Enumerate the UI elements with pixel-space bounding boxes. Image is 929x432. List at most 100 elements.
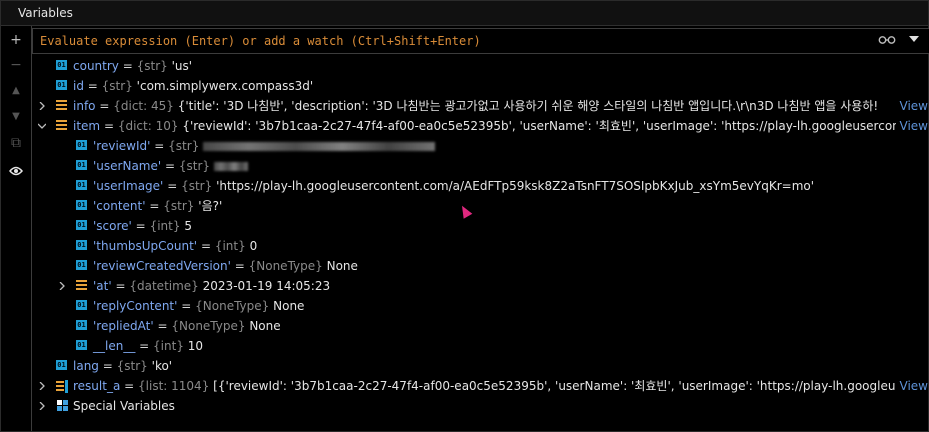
var-type: {str} <box>168 139 200 153</box>
tree-row-thumbsupcount[interactable]: 01 'thumbsUpCount' = {int} 0 <box>32 236 928 256</box>
value-icon: 01 <box>76 260 87 270</box>
tree-row-info[interactable]: info = {dict: 45} {'title': '3D 나침반', 'd… <box>32 96 928 116</box>
var-value: None <box>326 259 358 273</box>
value-icon: 01 <box>76 340 87 350</box>
copy-icon[interactable]: ⧉ <box>8 135 24 151</box>
value-icon: 01 <box>56 60 67 70</box>
value-icon: 01 <box>76 160 87 170</box>
view-icon[interactable] <box>8 163 24 179</box>
var-type: {dict: 10} <box>117 119 179 133</box>
value-icon: 01 <box>76 300 87 310</box>
tree-row-lang[interactable]: 01 lang = {str} 'ko' <box>32 356 928 376</box>
var-type: {str} <box>116 359 148 373</box>
var-type: {dict: 45} <box>113 99 174 113</box>
var-name: id <box>73 79 84 93</box>
glasses-icon[interactable] <box>878 34 896 46</box>
evaluate-placeholder: Evaluate expression (Enter) or add a wat… <box>40 34 481 48</box>
value-icon: 01 <box>76 180 87 190</box>
var-name: 'thumbsUpCount' <box>93 239 198 253</box>
var-name: 'replyContent' <box>93 299 178 313</box>
tree-row-replycontent[interactable]: 01 'replyContent' = {NoneType} None <box>32 296 928 316</box>
view-link[interactable]: View <box>895 96 928 116</box>
var-name: 'at' <box>93 279 112 293</box>
chevron-right-icon[interactable] <box>59 282 65 290</box>
var-name: 'reviewId' <box>93 139 151 153</box>
chevron-right-icon[interactable] <box>39 382 45 390</box>
row-text: id = {str} 'com.simplywerx.compass3d' <box>73 79 314 93</box>
value-icon: 01 <box>56 360 67 370</box>
value-icon: 01 <box>76 140 87 150</box>
var-type: {str} <box>163 199 195 213</box>
dict-icon <box>56 120 67 130</box>
row-text: 'userImage' = {str} 'https://play-lh.goo… <box>93 179 815 193</box>
var-type: {str} <box>178 159 211 173</box>
tree-row-reviewcreatedversion[interactable]: 01 'reviewCreatedVersion' = {NoneType} N… <box>32 256 928 276</box>
tree-row-result-a[interactable]: result_a = {list: 1104} [{'reviewId': '3… <box>32 376 928 396</box>
var-value: 0 <box>249 239 258 253</box>
var-type: {int} <box>149 219 181 233</box>
view-link[interactable]: View <box>895 116 928 136</box>
chevron-down-icon[interactable] <box>909 36 919 42</box>
panel-titlebar: Variables <box>1 1 928 26</box>
chevron-right-icon[interactable] <box>39 102 45 110</box>
var-name: lang <box>73 359 99 373</box>
var-value: 'us' <box>171 59 193 73</box>
var-name: item <box>73 119 101 133</box>
move-down-button[interactable]: ▼ <box>8 109 24 125</box>
row-text: Special Variables <box>73 396 175 416</box>
value-icon: 01 <box>76 200 87 210</box>
special-variables-icon <box>57 400 68 411</box>
move-up-button[interactable]: ▲ <box>8 83 24 99</box>
value-icon: 01 <box>76 320 87 330</box>
var-name: result_a <box>73 379 121 393</box>
add-watch-button[interactable]: + <box>8 32 24 48</box>
row-text: result_a = {list: 1104} [{'reviewId': '3… <box>73 376 928 396</box>
row-text: 'reviewId' = {str} <box>93 136 436 156</box>
tree-row-userimage[interactable]: 01 'userImage' = {str} 'https://play-lh.… <box>32 176 928 196</box>
var-name: 'reviewCreatedVersion' <box>93 259 231 273</box>
var-type: {str} <box>101 79 133 93</box>
var-type: {datetime} <box>129 279 199 293</box>
dict-icon <box>56 100 67 110</box>
var-name: country <box>73 59 119 73</box>
tree-row-repliedat[interactable]: 01 'repliedAt' = {NoneType} None <box>32 316 928 336</box>
tree-row-item[interactable]: item = {dict: 10} {'reviewId': '3b7b1caa… <box>32 116 928 136</box>
var-type: {list: 1104} <box>138 379 210 393</box>
value-icon: 01 <box>56 80 67 90</box>
var-name: 'content' <box>93 199 146 213</box>
var-value: 'https://play-lh.googleusercontent.com/a… <box>216 179 815 193</box>
view-link[interactable]: View <box>895 376 928 396</box>
tree-row-country[interactable]: 01 country = {str} 'us' <box>32 56 928 76</box>
evaluate-expression-input[interactable]: Evaluate expression (Enter) or add a wat… <box>32 28 929 54</box>
var-name: info <box>73 99 96 113</box>
row-text: info = {dict: 45} {'title': '3D 나침반', 'd… <box>73 99 879 113</box>
tree-row-username[interactable]: 01 'userName' = {str} <box>32 156 928 176</box>
row-text: 'userName' = {str} <box>93 156 248 176</box>
tree-row-id[interactable]: 01 id = {str} 'com.simplywerx.compass3d' <box>32 76 928 96</box>
tree-row-len[interactable]: 01 __len__ = {int} 10 <box>32 336 928 356</box>
tree-row-score[interactable]: 01 'score' = {int} 5 <box>32 216 928 236</box>
row-text: 'reviewCreatedVersion' = {NoneType} None <box>93 259 358 273</box>
var-value: None <box>273 299 305 313</box>
row-text: __len__ = {int} 10 <box>93 339 204 353</box>
var-value: [{'reviewId': '3b7b1caa-2c27-47f4-af00-e… <box>213 379 928 393</box>
chevron-down-icon[interactable] <box>38 123 46 129</box>
var-type: {NoneType} <box>171 319 246 333</box>
row-text: 'replyContent' = {NoneType} None <box>93 299 305 313</box>
var-type: {str} <box>136 59 168 73</box>
tree-row-reviewid[interactable]: 01 'reviewId' = {str} <box>32 136 928 156</box>
tree-row-at[interactable]: 'at' = {datetime} 2023-01-19 14:05:23 <box>32 276 928 296</box>
value-icon: 01 <box>76 220 87 230</box>
panel-title: Variables <box>18 6 73 20</box>
row-text: 'thumbsUpCount' = {int} 0 <box>93 239 258 253</box>
tree-row-content[interactable]: 01 'content' = {str} '음?' <box>32 196 928 216</box>
redacted-value <box>213 162 248 171</box>
var-type: {NoneType} <box>248 259 323 273</box>
var-name: __len__ <box>93 339 136 353</box>
row-text: country = {str} 'us' <box>73 59 193 73</box>
remove-watch-button[interactable]: − <box>8 57 24 73</box>
row-text: 'content' = {str} '음?' <box>93 199 223 213</box>
chevron-right-icon[interactable] <box>39 402 45 410</box>
tree-row-special-variables[interactable]: Special Variables <box>32 396 928 416</box>
var-type: {int} <box>214 239 246 253</box>
